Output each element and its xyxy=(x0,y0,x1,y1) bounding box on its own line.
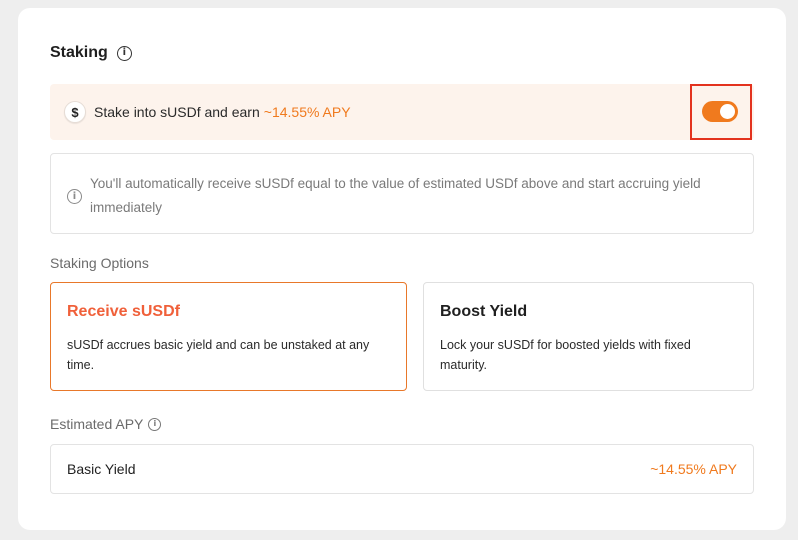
option-receive-susdf[interactable]: Receive sUSDf sUSDf accrues basic yield … xyxy=(50,282,407,391)
option-title: Boost Yield xyxy=(440,303,528,320)
option-boost-yield[interactable]: Boost Yield Lock your sUSDf for boosted … xyxy=(423,282,754,391)
option-description: sUSDf accrues basic yield and can be uns… xyxy=(67,338,370,372)
toggle-knob xyxy=(720,104,735,119)
dollar-icon: $ xyxy=(64,101,86,123)
staking-header: Staking i xyxy=(50,44,132,62)
info-icon: i xyxy=(67,189,82,204)
staking-title: Staking xyxy=(50,44,108,61)
option-description: Lock your sUSDf for boosted yields with … xyxy=(440,338,691,372)
staking-options-label: Staking Options xyxy=(50,255,149,271)
stake-banner-apy: ~14.55% APY xyxy=(263,104,351,120)
info-icon[interactable]: i xyxy=(116,45,132,61)
stake-banner-text: Stake into sUSDf and earn xyxy=(94,104,260,120)
info-icon[interactable]: i xyxy=(148,417,162,431)
basic-yield-row: Basic Yield ~14.55% APY xyxy=(50,444,754,494)
option-title: Receive sUSDf xyxy=(67,303,180,320)
estimated-apy-label: Estimated APY xyxy=(50,416,144,432)
basic-yield-label: Basic Yield xyxy=(67,461,136,477)
staking-notice: i You'll automatically receive sUSDf equ… xyxy=(50,153,754,234)
staking-card: Staking i $ Stake into sUSDf and earn ~1… xyxy=(18,8,786,530)
stake-toggle[interactable] xyxy=(702,101,738,122)
basic-yield-value: ~14.55% APY xyxy=(650,461,737,477)
estimated-apy-header: Estimated APY i xyxy=(50,416,162,432)
notice-text: You'll automatically receive sUSDf equal… xyxy=(90,176,701,215)
stake-banner: $ Stake into sUSDf and earn ~14.55% APY xyxy=(50,84,754,140)
